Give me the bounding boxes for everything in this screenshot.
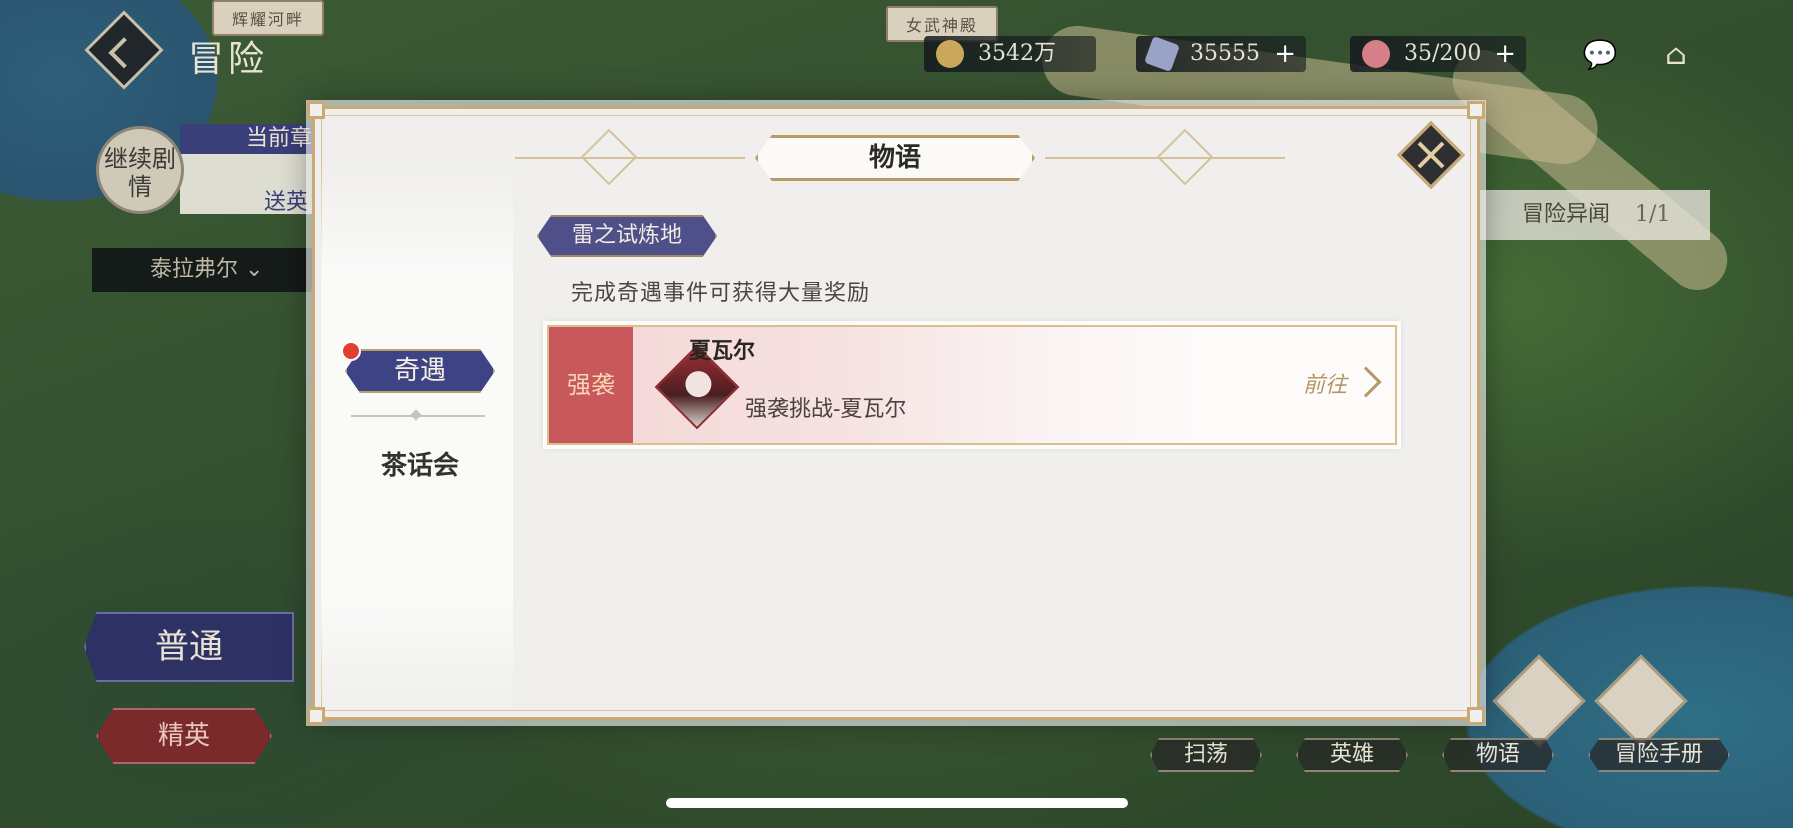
continue-story-button[interactable]: 继续剧情 bbox=[96, 126, 184, 214]
header-ornament-diamond bbox=[580, 128, 638, 186]
chapter-head: 当前章 bbox=[180, 124, 320, 154]
difficulty-normal-button[interactable]: 普通 bbox=[84, 612, 294, 682]
notification-dot bbox=[341, 341, 361, 361]
tab-divider bbox=[351, 415, 485, 417]
stamina-plus-button[interactable]: + bbox=[1494, 36, 1516, 72]
side-quest-strip[interactable]: 冒险异闻 1/1 bbox=[1470, 190, 1710, 240]
go-button[interactable]: 前往 bbox=[1303, 367, 1347, 399]
tab-encounters[interactable]: 奇遇 bbox=[345, 349, 495, 393]
modal-title-plate: 物语 bbox=[755, 135, 1035, 181]
close-button[interactable] bbox=[1397, 121, 1465, 189]
home-indicator[interactable] bbox=[666, 798, 1128, 808]
event-card-body: 强袭 夏瓦尔 强袭挑战-夏瓦尔 前往 bbox=[547, 325, 1397, 445]
event-boss-name: 夏瓦尔 bbox=[689, 338, 756, 364]
tab-tea-party[interactable]: 茶话会 bbox=[345, 445, 495, 485]
gold-coin-icon bbox=[936, 40, 964, 68]
chapter-name: 送英 bbox=[264, 190, 309, 215]
chat-icon[interactable]: 💬 bbox=[1580, 38, 1620, 71]
gold-counter: 3542万 bbox=[924, 36, 1096, 72]
nav-story[interactable]: 物语 bbox=[1442, 738, 1554, 772]
region-selector[interactable]: 泰拉弗尔 ⌄ bbox=[92, 248, 312, 292]
mode-title: 冒险 bbox=[188, 39, 269, 80]
nav-heroes[interactable]: 英雄 bbox=[1296, 738, 1408, 772]
event-type-tag: 强袭 bbox=[549, 327, 633, 443]
tab-column bbox=[321, 169, 513, 709]
home-icon[interactable]: ⌂ bbox=[1656, 38, 1696, 71]
corner-ornament bbox=[307, 707, 325, 725]
nav-sweep[interactable]: 扫荡 bbox=[1150, 738, 1262, 772]
event-card[interactable]: 强袭 夏瓦尔 强袭挑战-夏瓦尔 前往 bbox=[543, 321, 1401, 449]
corner-ornament bbox=[1467, 707, 1485, 725]
diamond-counter: 35555 + bbox=[1136, 36, 1306, 72]
region-label: 泰拉弗尔 bbox=[150, 257, 239, 282]
area-label: 雷之试炼地 bbox=[537, 215, 717, 257]
gold-value: 3542万 bbox=[978, 41, 1056, 66]
nav-adventure-handbook[interactable]: 冒险手册 bbox=[1588, 738, 1730, 772]
diamond-plus-button[interactable]: + bbox=[1274, 36, 1296, 72]
modal-title: 物语 bbox=[755, 135, 1035, 181]
stamina-value: 35/200 bbox=[1404, 41, 1482, 66]
continue-story-label: 继续剧情 bbox=[104, 145, 176, 201]
side-quest-count: 1/1 bbox=[1635, 202, 1671, 227]
side-quest-label: 冒险异闻 bbox=[1522, 202, 1611, 227]
event-subtitle: 强袭挑战-夏瓦尔 bbox=[745, 397, 907, 422]
diamond-value: 35555 bbox=[1190, 41, 1260, 66]
chevron-right-icon[interactable] bbox=[1350, 366, 1382, 398]
header-ornament-diamond bbox=[1156, 128, 1214, 186]
section-description: 完成奇遇事件可获得大量奖励 bbox=[571, 281, 871, 306]
map-road bbox=[1440, 37, 1740, 303]
story-modal: 物语 奇遇 茶话会 雷之试炼地 完成奇遇事件可获得大量奖励 强袭 夏瓦尔 强袭挑… bbox=[307, 101, 1485, 725]
difficulty-elite-button[interactable]: 精英 bbox=[96, 708, 272, 764]
diamond-icon bbox=[1144, 36, 1180, 72]
corner-ornament bbox=[1467, 101, 1485, 119]
corner-ornament bbox=[307, 101, 325, 119]
chevron-down-icon: ⌄ bbox=[245, 257, 264, 282]
stamina-counter: 35/200 + bbox=[1350, 36, 1526, 72]
cake-icon bbox=[1362, 40, 1390, 68]
